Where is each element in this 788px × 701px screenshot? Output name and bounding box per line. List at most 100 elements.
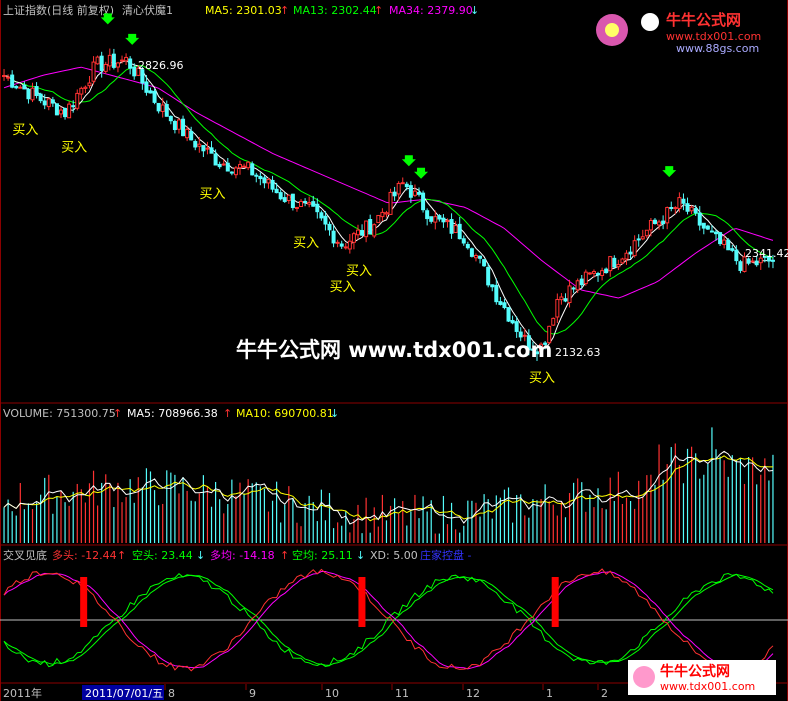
- candle-body: [83, 86, 88, 89]
- candle-body: [620, 258, 625, 264]
- candle-body: [2, 75, 7, 78]
- candle-body: [591, 270, 596, 274]
- candle-body: [233, 167, 238, 176]
- kongjun-arrow: ↓: [356, 549, 365, 562]
- candle-body: [303, 200, 308, 203]
- candle-body: [705, 225, 710, 230]
- center-watermark: 牛牛公式网 www.tdx001.com: [236, 338, 552, 362]
- logo-top-url2: www.88gs.com: [676, 42, 759, 55]
- candle-body: [417, 191, 422, 195]
- candle-body: [144, 81, 149, 93]
- candle-body: [457, 223, 462, 240]
- candle-body: [270, 179, 275, 190]
- candle-body: [71, 105, 76, 108]
- candle-body: [473, 254, 478, 259]
- candle-body: [636, 238, 641, 241]
- candle-body: [274, 188, 279, 194]
- candle-body: [311, 201, 316, 207]
- buy-signal-label: 买入: [330, 280, 356, 295]
- candle-body: [437, 215, 442, 220]
- candle-body: [209, 147, 214, 154]
- candle-body: [58, 109, 63, 115]
- candle-body: [290, 193, 295, 209]
- candle-body: [185, 128, 190, 139]
- candle-body: [714, 231, 719, 235]
- index-name-label: 上证指数(日线 前复权): [3, 3, 114, 17]
- candle-body: [624, 252, 629, 260]
- candle-body: [34, 86, 39, 96]
- candle-body: [750, 260, 755, 263]
- candle-body: [770, 259, 775, 262]
- candle-body: [644, 229, 649, 237]
- candle-body: [205, 147, 210, 150]
- candle-body: [164, 104, 169, 117]
- candle-body: [343, 246, 348, 249]
- buy-signal-label: 买入: [346, 264, 372, 279]
- candle-body: [502, 302, 507, 309]
- candle-body: [604, 268, 609, 274]
- candle-body: [445, 220, 450, 223]
- ma13-readout: MA13: 2302.44: [293, 4, 377, 17]
- candle-body: [95, 56, 100, 65]
- kongtou-readout: 空头: 23.44: [132, 548, 193, 562]
- candle-body: [657, 221, 662, 226]
- candle-body: [189, 130, 194, 141]
- date-tick-label: 1: [546, 687, 553, 700]
- candle-body: [425, 210, 430, 220]
- candle-body: [738, 261, 743, 271]
- candle-body: [319, 212, 324, 219]
- candle-body: [498, 301, 503, 305]
- candle-body: [567, 285, 572, 304]
- ma13-up-arrow: ↑: [374, 4, 383, 17]
- candle-body: [26, 88, 31, 100]
- candle-body: [677, 197, 682, 209]
- extra-readout: 庄家控盘 -: [420, 548, 471, 562]
- stock-chart: 上证指数(日线 前复权) 清心伏魔1 MA5: 2301.03 ↑ MA13: …: [0, 0, 788, 701]
- candle-body: [107, 54, 112, 67]
- logo-top-name: 牛牛公式网: [666, 11, 741, 29]
- candle-body: [421, 192, 426, 211]
- date-axis-selected[interactable]: 2011/07/01/五: [85, 687, 163, 700]
- candle-body: [91, 61, 96, 82]
- candle-body: [213, 153, 218, 166]
- candle-body: [726, 239, 731, 251]
- candle-body: [518, 331, 523, 338]
- candle-body: [258, 175, 263, 180]
- candle-body: [286, 194, 291, 201]
- ma34-readout: MA34: 2379.90: [389, 4, 473, 17]
- candle-body: [246, 161, 251, 169]
- candle-body: [596, 273, 601, 276]
- candle-body: [510, 320, 515, 324]
- candle-body: [449, 219, 454, 234]
- candle-body: [754, 260, 759, 266]
- candle-body: [490, 284, 495, 288]
- date-tick-label: 12: [466, 687, 480, 700]
- logo-cow-icon: [641, 13, 659, 31]
- candle-body: [697, 212, 702, 226]
- buy-signal-label: 买入: [293, 236, 319, 251]
- indicator-name: 交叉见底: [3, 548, 47, 562]
- candle-body: [152, 90, 157, 103]
- candle-body: [368, 219, 373, 235]
- candle-body: [229, 171, 234, 174]
- duojun-readout: 多均: -14.18: [210, 548, 275, 562]
- candle-body: [327, 223, 332, 231]
- candle-body: [176, 119, 181, 130]
- candle-body: [115, 62, 120, 68]
- candle-body: [181, 118, 186, 137]
- candle-body: [294, 206, 299, 209]
- buy-signal-label: 买入: [529, 371, 555, 386]
- candle-body: [168, 115, 173, 122]
- ma5-readout: MA5: 2301.03: [205, 4, 282, 17]
- candle-body: [22, 84, 27, 90]
- candle-body: [355, 229, 360, 236]
- candle-body: [392, 191, 397, 197]
- candle-body: [67, 103, 72, 119]
- candle-body: [555, 299, 560, 318]
- candle-body: [217, 163, 222, 168]
- candle-body: [648, 220, 653, 231]
- kongjun-readout: 空均: 25.11: [292, 548, 353, 562]
- candle-body: [266, 178, 271, 184]
- candle-body: [376, 214, 381, 224]
- candle-body: [628, 251, 633, 255]
